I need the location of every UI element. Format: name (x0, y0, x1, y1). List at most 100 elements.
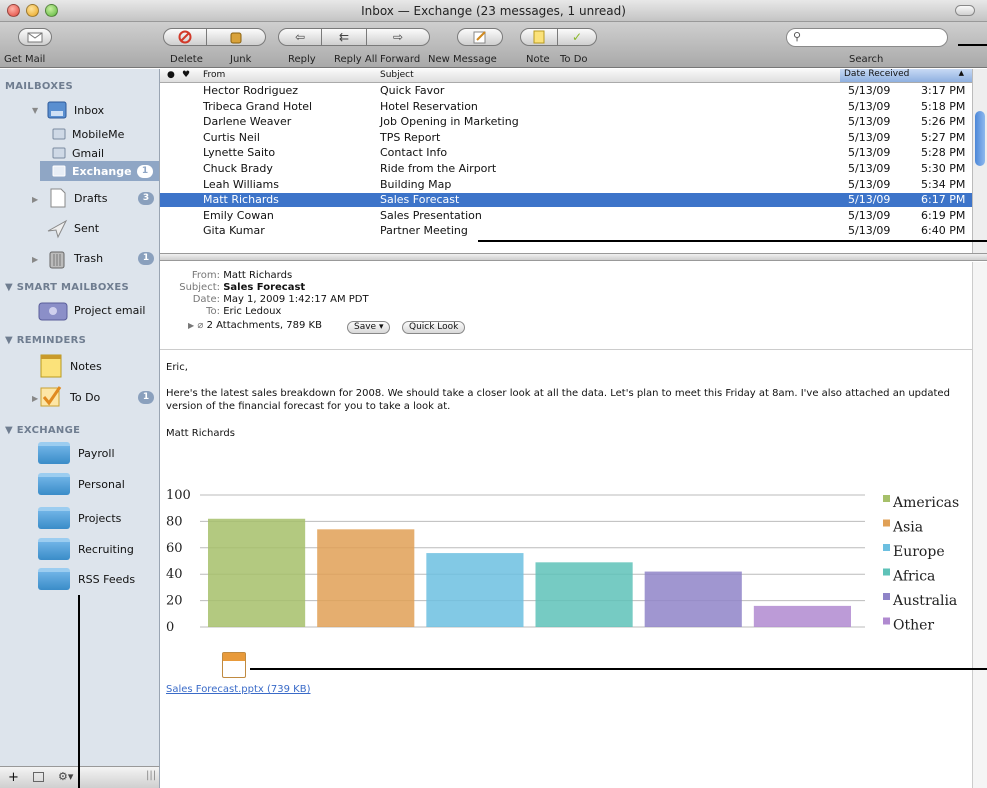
date-column-header[interactable]: Date Received ▲ (840, 69, 972, 82)
save-attachments-button[interactable]: Save ▾ (347, 321, 391, 334)
folder-label: Recruiting (78, 542, 134, 556)
message-row[interactable]: Chuck Brady Ride from the Airport 5/13/09 5… (160, 162, 972, 176)
message-row[interactable]: Leah Williams Building Map 5/13/09 5:34 PM (160, 178, 972, 192)
attachment-link[interactable]: Sales Forecast.pptx (739 KB) (166, 684, 311, 695)
sidebar-folder-payroll[interactable]: Payroll (38, 442, 115, 464)
sidebar-item-todo[interactable]: To Do 1 (38, 386, 160, 407)
sidebar-item-notes[interactable]: Notes (38, 354, 102, 378)
legend-swatch (883, 593, 890, 600)
gmail-label: Gmail (72, 146, 105, 160)
legend-swatch (883, 519, 890, 527)
message-row[interactable]: Lynette Saito Contact Info 5/13/09 5:28 PM (160, 146, 972, 160)
message-body-scrollbar[interactable] (972, 262, 987, 788)
junk-bag-icon (230, 32, 242, 44)
delete-button[interactable] (163, 28, 207, 46)
message-from: Gita Kumar (203, 224, 265, 238)
legend-label: Europe (893, 544, 945, 560)
from-field-value[interactable]: Matt Richards (223, 270, 292, 281)
sidebar-item-inbox[interactable]: Inbox (46, 100, 160, 120)
smart-folder-gear-icon (38, 302, 68, 321)
note-label: Note (526, 54, 550, 65)
scrollbar-thumb[interactable] (975, 111, 985, 166)
drafts-page-icon (50, 188, 66, 208)
pane-divider[interactable] (160, 253, 987, 261)
legend-swatch (883, 617, 890, 625)
add-mailbox-icon[interactable]: + (8, 770, 19, 785)
sidebar-folder-rss-feeds[interactable]: RSS Feeds (38, 568, 136, 590)
y-tick-label: 60 (166, 541, 183, 556)
to-field-value[interactable]: Eric Ledoux (223, 306, 281, 317)
folder-icon (38, 507, 70, 529)
message-date: 5/13/09 (848, 84, 891, 97)
message-time: 5:28 PM (921, 146, 966, 160)
flag-column-icon[interactable]: ♥ (182, 70, 190, 80)
y-tick-label: 40 (166, 567, 183, 582)
get-mail-button[interactable] (18, 28, 52, 46)
message-date: 5/13/09 (848, 162, 891, 175)
sidebar-item-drafts[interactable]: Drafts 3 (46, 188, 160, 208)
toolbar-toggle-button[interactable] (955, 5, 975, 16)
message-row[interactable]: Curtis Neil TPS Report 5/13/09 5:27 PM (160, 131, 972, 145)
reply-all-arrow-icon: ⇇ (338, 30, 350, 44)
sidebar-folder-personal[interactable]: Personal (38, 473, 125, 495)
drafts-label: Drafts (74, 191, 108, 205)
junk-button[interactable] (206, 28, 266, 46)
show-photo-browser-icon[interactable] (33, 772, 44, 782)
message-row[interactable]: Emily Cowan Sales Presentation 5/13/09 6:19… (160, 209, 972, 223)
inbox-disclosure-icon[interactable]: ▼ (32, 106, 38, 115)
attachments-summary: 2 Attachments, 789 KB (206, 320, 322, 331)
message-subject: Contact Info (380, 146, 448, 160)
resize-handle-icon[interactable]: ||| (146, 770, 156, 781)
smart-mailboxes-header: ▼ SMART MAILBOXES (5, 282, 130, 293)
subject-field-value: Sales Forecast (223, 282, 306, 293)
drafts-disclosure-icon[interactable]: ▶ (32, 195, 38, 204)
title-bar: Inbox — Exchange (23 messages, 1 unread) (0, 0, 987, 22)
message-date: 5/13/09 (848, 208, 891, 222)
message-row[interactable]: Hector Rodriguez Quick Favor 5/13/09 3:17 P… (160, 84, 972, 98)
sidebar-folder-projects[interactable]: Projects (38, 507, 121, 529)
todo-checkmark-icon (40, 386, 62, 407)
message-time: 6:40 PM (921, 224, 966, 238)
sidebar-item-project-email[interactable]: Project email (38, 300, 145, 321)
message-row[interactable]: Tribeca Grand Hotel Hotel Reservation 5/13… (160, 100, 972, 114)
message-row[interactable]: Darlene Weaver Job Opening in Marketing 5/… (160, 115, 972, 129)
sidebar-item-exchange[interactable]: Exchange 1 (40, 161, 159, 181)
sidebar-item-mobileme[interactable]: MobileMe (52, 124, 124, 144)
message-row[interactable]: Matt Richards Sales Forecast 5/13/09 6:17 P… (160, 193, 972, 208)
reply-all-button[interactable]: ⇇ (321, 28, 367, 46)
note-button[interactable] (520, 28, 558, 46)
unread-column-icon[interactable]: ● (167, 70, 175, 80)
date-field-label: Date: (192, 294, 220, 305)
legend-swatch (883, 544, 890, 551)
checkmark-icon: ✓ (571, 30, 583, 44)
action-gear-icon[interactable]: ⚙▾ (58, 770, 73, 783)
sidebar-item-sent[interactable]: Sent (46, 218, 99, 239)
sidebar-item-gmail[interactable]: Gmail (52, 143, 104, 163)
sort-ascending-icon: ▲ (958, 69, 964, 77)
greeting-text: Eric, (166, 362, 188, 373)
notepad-icon (40, 354, 62, 378)
reply-button[interactable]: ⇦ (278, 28, 322, 46)
search-input[interactable]: ⚲ (786, 28, 948, 47)
from-column-header[interactable]: From (203, 70, 225, 80)
callout-line-sidebar (78, 595, 80, 788)
pptx-file-icon[interactable] (222, 652, 246, 678)
sidebar: MAILBOXES ▼ Inbox MobileMe Gmail Exchang… (0, 69, 160, 766)
message-row[interactable]: Gita Kumar Partner Meeting 5/13/09 6:40 PM (160, 224, 972, 238)
message-time: 5:34 PM (921, 177, 966, 191)
folder-label: RSS Feeds (78, 572, 136, 586)
attachments-disclosure-icon[interactable]: ▶ (188, 321, 194, 330)
quick-look-button[interactable]: Quick Look (402, 321, 466, 334)
subject-column-header[interactable]: Subject (380, 70, 414, 80)
exchange-unread-badge: 1 (137, 164, 153, 178)
todo-button[interactable]: ✓ (557, 28, 597, 46)
sidebar-folder-recruiting[interactable]: Recruiting (38, 538, 134, 560)
sidebar-item-trash[interactable]: Trash 1 (46, 248, 160, 269)
legend-label: Other (893, 618, 934, 634)
message-list-scrollbar[interactable] (972, 69, 987, 259)
new-message-button[interactable] (457, 28, 503, 46)
chart-bar (535, 562, 633, 627)
subject-field-label: Subject: (179, 282, 220, 293)
trash-disclosure-icon[interactable]: ▶ (32, 255, 38, 264)
forward-button[interactable]: ⇨ (366, 28, 430, 46)
